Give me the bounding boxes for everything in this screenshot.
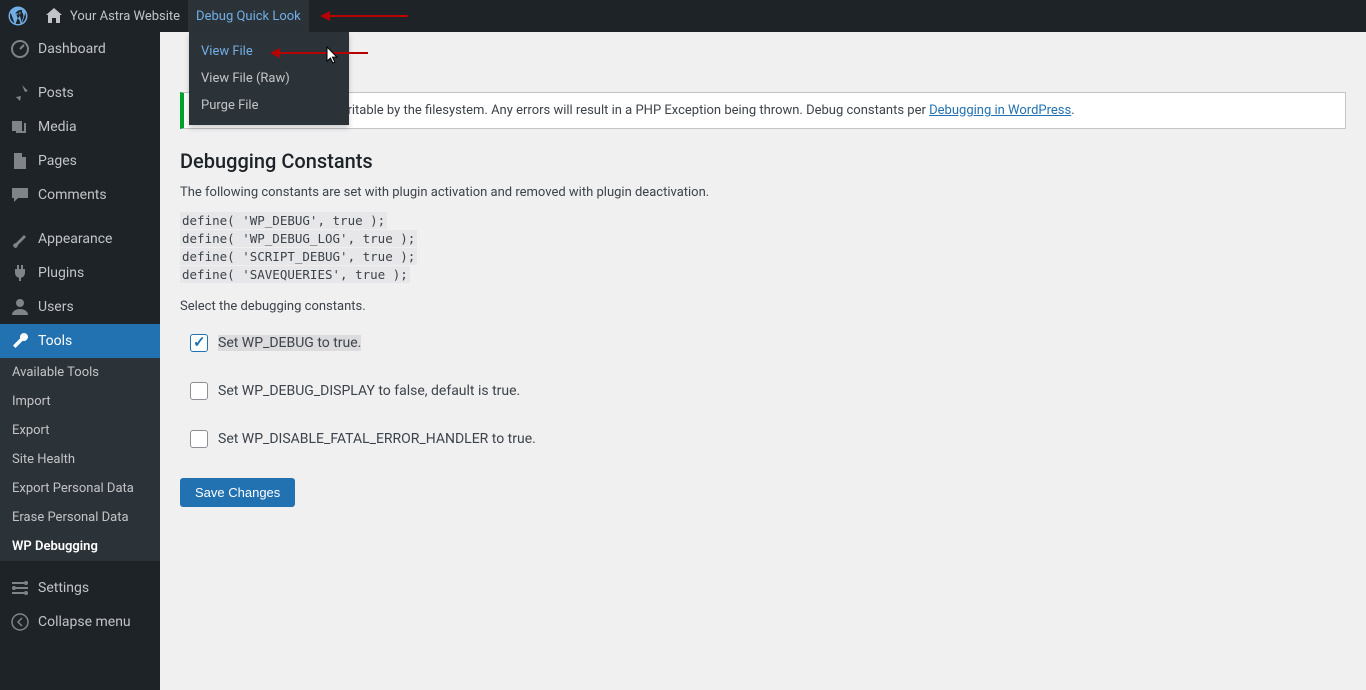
submenu-available-tools[interactable]: Available Tools xyxy=(0,358,160,387)
checkbox-row-fatal-error-handler: Set WP_DISABLE_FATAL_ERROR_HANDLER to tr… xyxy=(190,430,1346,448)
select-text: Select the debugging constants. xyxy=(180,299,1346,314)
sidebar-item-posts[interactable]: Posts xyxy=(0,76,160,110)
admin-sidebar: Dashboard Posts Media Pages Comments App… xyxy=(0,32,160,690)
checkbox-fatal-error-handler[interactable] xyxy=(190,430,208,448)
collapse-icon xyxy=(10,612,30,632)
user-icon xyxy=(10,297,30,317)
debug-quick-look[interactable]: Debug Quick Look xyxy=(188,0,309,32)
sidebar-item-dashboard[interactable]: Dashboard xyxy=(0,32,160,66)
submenu-site-health[interactable]: Site Health xyxy=(0,445,160,474)
submenu-import[interactable]: Import xyxy=(0,387,160,416)
annotation-arrow-1 xyxy=(328,15,408,17)
sidebar-item-pages[interactable]: Pages xyxy=(0,144,160,178)
sidebar-item-label: Comments xyxy=(38,187,107,203)
submenu-export[interactable]: Export xyxy=(0,416,160,445)
site-home[interactable]: Your Astra Website xyxy=(36,0,188,32)
sidebar-item-label: Posts xyxy=(38,85,74,101)
checkbox-label[interactable]: Set WP_DEBUG to true. xyxy=(218,335,361,351)
dropdown-view-file-raw[interactable]: View File (Raw) xyxy=(189,65,349,92)
sidebar-item-users[interactable]: Users xyxy=(0,290,160,324)
sidebar-item-label: Users xyxy=(38,299,74,315)
admin-toolbar: Your Astra Website Debug Quick Look xyxy=(0,0,1366,32)
debug-dropdown: View File View File (Raw) Purge File xyxy=(189,32,349,125)
sidebar-item-label: Dashboard xyxy=(38,41,106,57)
notice-text: file must be writable by the filesystem.… xyxy=(264,103,929,118)
submenu-export-personal-data[interactable]: Export Personal Data xyxy=(0,474,160,503)
checkbox-label[interactable]: Set WP_DEBUG_DISPLAY to false, default i… xyxy=(218,383,520,399)
save-button[interactable]: Save Changes xyxy=(180,478,295,507)
wrench-icon xyxy=(10,331,30,351)
notice-text-end: . xyxy=(1071,103,1074,118)
sidebar-item-settings[interactable]: Settings xyxy=(0,571,160,605)
sidebar-collapse[interactable]: Collapse menu xyxy=(0,605,160,639)
section-description: The following constants are set with plu… xyxy=(180,185,1346,200)
checkbox-label[interactable]: Set WP_DISABLE_FATAL_ERROR_HANDLER to tr… xyxy=(218,431,536,447)
sidebar-item-label: Collapse menu xyxy=(38,614,131,630)
sidebar-item-label: Appearance xyxy=(38,231,112,247)
plugin-icon xyxy=(10,263,30,283)
debug-quick-look-label: Debug Quick Look xyxy=(196,9,301,24)
annotation-arrow-2 xyxy=(278,52,368,54)
page-icon xyxy=(10,151,30,171)
checkbox-wp-debug[interactable] xyxy=(190,334,208,352)
dashboard-icon xyxy=(10,39,30,59)
wp-logo[interactable] xyxy=(0,0,36,32)
submenu-erase-personal-data[interactable]: Erase Personal Data xyxy=(0,503,160,532)
sidebar-item-label: Media xyxy=(38,119,77,135)
sidebar-item-label: Tools xyxy=(38,333,72,349)
sidebar-item-label: Settings xyxy=(38,580,89,596)
sidebar-item-tools[interactable]: Tools xyxy=(0,324,160,358)
media-icon xyxy=(10,117,30,137)
mouse-cursor-icon xyxy=(326,46,342,70)
notice-box: nfig.php file must be writable by the fi… xyxy=(180,92,1346,129)
submenu-wp-debugging[interactable]: WP Debugging xyxy=(0,532,160,561)
checkbox-row-wp-debug-display: Set WP_DEBUG_DISPLAY to false, default i… xyxy=(190,382,1346,400)
home-icon xyxy=(44,6,64,26)
wordpress-icon xyxy=(8,6,28,26)
sidebar-item-appearance[interactable]: Appearance xyxy=(0,222,160,256)
notice-link[interactable]: Debugging in WordPress xyxy=(929,103,1071,118)
sidebar-item-comments[interactable]: Comments xyxy=(0,178,160,212)
site-name-label: Your Astra Website xyxy=(70,9,180,24)
sidebar-item-label: Plugins xyxy=(38,265,84,281)
settings-icon xyxy=(10,578,30,598)
pin-icon xyxy=(10,83,30,103)
comment-icon xyxy=(10,185,30,205)
sidebar-item-plugins[interactable]: Plugins xyxy=(0,256,160,290)
tools-submenu: Available Tools Import Export Site Healt… xyxy=(0,358,160,561)
main-content: nfig.php file must be writable by the fi… xyxy=(160,32,1366,690)
sidebar-item-media[interactable]: Media xyxy=(0,110,160,144)
section-heading: Debugging Constants xyxy=(180,149,1346,173)
sidebar-item-label: Pages xyxy=(38,153,77,169)
checkbox-row-wp-debug: Set WP_DEBUG to true. xyxy=(190,334,1346,352)
code-block: define( 'WP_DEBUG', true ); define( 'WP_… xyxy=(180,212,1346,285)
dropdown-purge-file[interactable]: Purge File xyxy=(189,92,349,119)
brush-icon xyxy=(10,229,30,249)
checkbox-wp-debug-display[interactable] xyxy=(190,382,208,400)
